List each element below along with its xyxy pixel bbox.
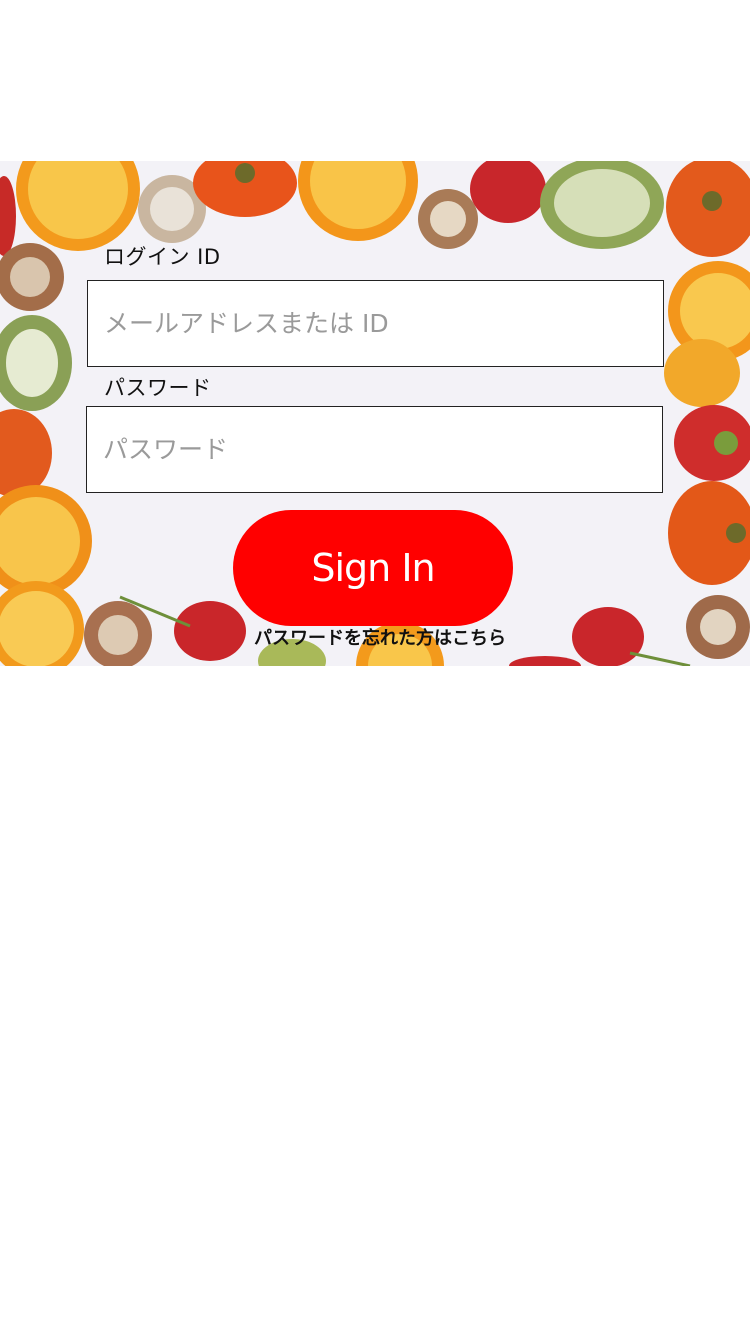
login-id-input[interactable] <box>87 280 664 367</box>
login-banner: ログイン ID パスワード Sign In パスワードを忘れた方はこちら <box>0 161 750 666</box>
sign-in-button[interactable]: Sign In <box>233 510 513 626</box>
password-label: パスワード <box>104 376 212 400</box>
forgot-password-link[interactable]: パスワードを忘れた方はこちら <box>0 624 750 650</box>
password-input[interactable] <box>86 406 663 493</box>
login-id-label: ログイン ID <box>104 245 221 269</box>
login-screen: ログイン ID パスワード Sign In パスワードを忘れた方はこちら <box>0 0 750 1334</box>
